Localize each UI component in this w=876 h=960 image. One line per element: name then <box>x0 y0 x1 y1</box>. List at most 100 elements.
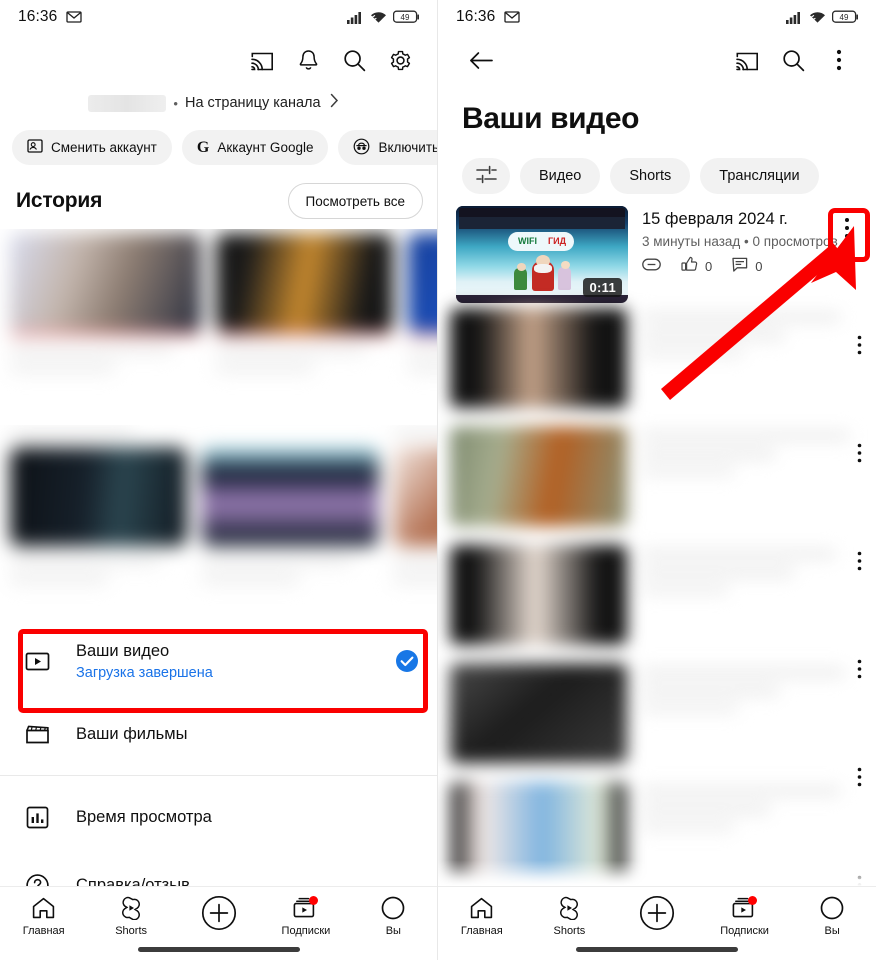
nav-home[interactable]: Главная <box>0 895 87 937</box>
history-tile[interactable] <box>393 428 437 584</box>
history-tile[interactable] <box>9 233 202 373</box>
bottom-nav-left: Главная Shorts Подписки Вы <box>0 886 437 960</box>
comment-count: 0 <box>755 258 763 274</box>
switch-account-icon <box>27 138 43 157</box>
nav-subscriptions[interactable]: Подписки <box>701 895 789 937</box>
overflow-menu-icon[interactable] <box>816 37 862 83</box>
page-title: Ваши видео <box>462 102 640 135</box>
account-name-redacted <box>88 94 167 112</box>
nav-create[interactable] <box>613 895 701 931</box>
screenshot-pair: 16:36 49 • На страницу канала Сменить ак… <box>0 0 876 960</box>
wifi-icon <box>370 11 387 24</box>
battery-icon: 49 <box>832 10 860 24</box>
gmail-icon <box>504 11 520 23</box>
menu-item-watch-time[interactable]: Время просмотра <box>0 783 437 851</box>
nav-home[interactable]: Главная <box>438 895 526 937</box>
list-item[interactable] <box>438 417 876 535</box>
chip-label: Аккаунт Google <box>217 140 314 155</box>
clapperboard-icon <box>22 721 52 748</box>
comment-icon <box>732 257 748 276</box>
nav-shorts[interactable]: Shorts <box>87 895 174 937</box>
history-tile[interactable] <box>9 428 188 584</box>
video-title: 15 февраля 2024 г. <box>642 210 788 228</box>
nav-label: Вы <box>385 925 401 937</box>
chip-google-account[interactable]: G Аккаунт Google <box>181 130 329 165</box>
video-overflow-menu-icon[interactable] <box>842 431 876 475</box>
status-bar-right: 16:36 49 <box>438 0 876 34</box>
history-row-2[interactable] <box>0 425 437 620</box>
thumbs-up-icon <box>681 256 698 276</box>
filter-sliders-icon <box>475 165 497 188</box>
video-overflow-menu-icon[interactable] <box>842 539 876 583</box>
history-tile[interactable] <box>407 233 437 373</box>
search-icon[interactable] <box>770 37 816 83</box>
nav-label: Главная <box>460 925 503 937</box>
shorts-icon <box>557 895 581 921</box>
account-line[interactable]: • На страницу канала <box>0 86 437 120</box>
bell-icon[interactable] <box>285 37 331 83</box>
tab-live[interactable]: Трансляции <box>700 158 819 194</box>
bottom-nav-right: Главная Shorts Подписки Вы <box>438 886 876 960</box>
create-plus-icon <box>201 895 237 931</box>
menu-item-title: Ваши фильмы <box>76 725 188 743</box>
upload-complete-check-icon <box>395 649 419 673</box>
video-overflow-menu-icon[interactable] <box>830 206 864 250</box>
video-overflow-menu-icon[interactable] <box>842 755 876 799</box>
history-tile[interactable] <box>215 233 394 373</box>
watch-time-icon <box>22 805 52 830</box>
nav-subscriptions[interactable]: Подписки <box>262 895 349 937</box>
like-count: 0 <box>705 258 713 274</box>
list-item[interactable] <box>438 654 876 772</box>
tab-filter[interactable] <box>462 158 510 194</box>
wifi-icon <box>809 11 826 24</box>
left-toolbar <box>0 34 437 86</box>
video-overflow-menu-icon[interactable] <box>842 323 876 367</box>
search-icon[interactable] <box>331 37 377 83</box>
cast-icon[interactable] <box>724 37 770 83</box>
nav-label: Подписки <box>720 925 769 937</box>
you-avatar-icon <box>820 895 844 921</box>
menu-item-your-videos[interactable]: Ваши видео Загрузка завершена <box>0 622 437 700</box>
nav-create[interactable] <box>175 895 262 931</box>
back-arrow-icon[interactable] <box>458 37 504 83</box>
right-screen: 16:36 49 Ваши видео Видео Shorts Трансля… <box>438 0 876 960</box>
chip-switch-account[interactable]: Сменить аккаунт <box>12 130 172 165</box>
list-item[interactable] <box>438 299 876 417</box>
list-fade <box>438 860 876 886</box>
list-item[interactable] <box>438 536 876 654</box>
menu-item-your-movies[interactable]: Ваши фильмы <box>0 700 437 768</box>
link-icon[interactable] <box>642 258 661 274</box>
gear-icon[interactable] <box>377 37 423 83</box>
tab-shorts[interactable]: Shorts <box>610 158 691 194</box>
subscriptions-badge <box>748 896 758 905</box>
channel-page-link[interactable]: На страницу канала <box>185 95 321 111</box>
menu-divider <box>0 775 437 776</box>
chip-incognito[interactable]: Включить реж <box>338 130 437 165</box>
video-list-item[interactable]: WIFI ГИД 0:11 15 февраля 2024 г. 3 минут… <box>438 194 876 303</box>
cast-icon[interactable] <box>239 37 285 83</box>
video-thumbnail[interactable]: WIFI ГИД 0:11 <box>456 206 628 303</box>
menu-item-title: Ваши видео <box>76 641 170 660</box>
shorts-icon <box>119 895 143 921</box>
right-toolbar <box>438 34 876 86</box>
video-overflow-menu-icon[interactable] <box>842 647 876 691</box>
svg-text:49: 49 <box>401 13 410 22</box>
nav-you[interactable]: Вы <box>350 895 437 937</box>
nav-you[interactable]: Вы <box>788 895 876 937</box>
incognito-icon <box>353 138 370 158</box>
history-row-1[interactable] <box>0 229 437 425</box>
nav-label: Главная <box>22 925 65 937</box>
history-header: История Посмотреть все <box>0 167 437 229</box>
tab-videos[interactable]: Видео <box>520 158 601 194</box>
video-subtitle: 3 минуты назад • 0 просмотров <box>642 234 838 249</box>
home-icon <box>469 895 494 921</box>
status-time: 16:36 <box>456 8 496 25</box>
signal-icon <box>347 11 364 24</box>
nav-shorts[interactable]: Shorts <box>526 895 614 937</box>
status-bar-left: 16:36 49 <box>0 0 437 34</box>
your-videos-icon <box>22 648 52 675</box>
see-all-button[interactable]: Посмотреть все <box>287 183 423 219</box>
subscriptions-icon <box>292 895 319 921</box>
history-tile[interactable] <box>201 429 379 584</box>
nav-label: Shorts <box>553 925 586 937</box>
